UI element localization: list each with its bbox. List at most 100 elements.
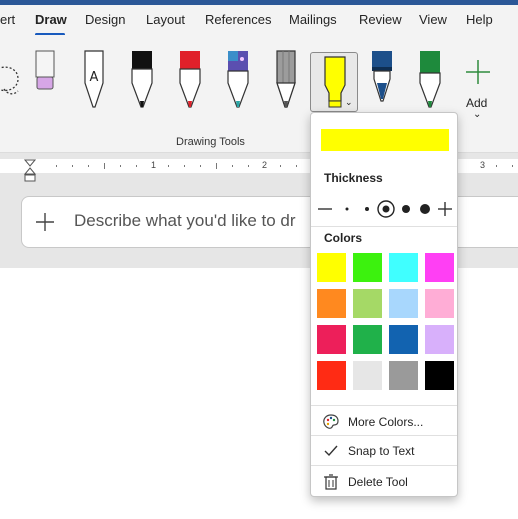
more-colors-label: More Colors... (348, 415, 424, 429)
tab-insert[interactable]: ert (0, 12, 15, 27)
color-swatch-fill (389, 361, 418, 390)
ruler-tick (216, 163, 217, 169)
drawing-tools-group-label: Drawing Tools (176, 136, 245, 148)
thickness-option-5[interactable] (420, 204, 430, 214)
color-swatch-fill (317, 289, 346, 318)
ruler-tick (136, 165, 137, 167)
ruler-tick (184, 165, 185, 167)
tab-draw[interactable]: Draw (35, 12, 67, 27)
ruler-tick (200, 165, 201, 167)
tab-view[interactable]: View (419, 12, 447, 27)
color-swatch-fill (425, 289, 454, 318)
color-swatch[interactable] (351, 359, 384, 392)
pen-settings-popup: Thickness Colors More Colors... Snap to … (310, 112, 458, 497)
ruler-tick (72, 165, 73, 167)
tab-review[interactable]: Review (359, 12, 402, 27)
highlighter-tool-selected[interactable]: ⌄ (310, 52, 358, 112)
color-swatch[interactable] (423, 251, 456, 284)
color-swatch[interactable] (315, 287, 348, 320)
add-chevron-icon[interactable]: ⌄ (473, 109, 481, 120)
ruler-number: 3 (480, 160, 486, 170)
checkmark-icon (324, 445, 338, 457)
ruler-tick (56, 165, 57, 167)
color-swatch-fill (389, 289, 418, 318)
color-swatch[interactable] (351, 287, 384, 320)
ruler-tick (120, 165, 121, 167)
color-swatch-fill (317, 325, 346, 354)
ruler-number: 2 (262, 160, 268, 170)
color-swatch[interactable] (315, 359, 348, 392)
add-pen-label[interactable]: Add (466, 96, 487, 110)
snap-to-text-item[interactable]: Snap to Text (311, 437, 457, 465)
color-swatch[interactable] (387, 251, 420, 284)
ruler-tick (168, 165, 169, 167)
ruler-tick (232, 165, 233, 167)
eraser-icon[interactable] (29, 49, 61, 133)
black-pen-icon[interactable] (126, 49, 158, 133)
text-pencil-icon[interactable]: A (78, 49, 110, 133)
indent-marker-icon[interactable] (24, 159, 36, 183)
galaxy-pen-icon[interactable] (222, 49, 254, 133)
trash-icon (324, 474, 338, 490)
divider (311, 435, 457, 436)
color-swatch-fill (317, 361, 346, 390)
ruler-tick (88, 165, 89, 167)
color-swatch[interactable] (423, 323, 456, 356)
delete-tool-label: Delete Tool (348, 475, 408, 489)
ribbon-tabs: ert Draw Design Layout References Mailin… (0, 5, 518, 36)
thickness-option-3-selected[interactable] (377, 200, 395, 218)
thickness-increase-icon[interactable] (438, 202, 452, 216)
delete-tool-item[interactable]: Delete Tool (311, 468, 457, 496)
color-swatch[interactable] (423, 359, 456, 392)
ruler-number: 1 (151, 160, 157, 170)
tab-layout[interactable]: Layout (146, 12, 185, 27)
color-swatch-fill (353, 253, 382, 282)
divider (311, 226, 457, 227)
color-swatch-fill (389, 325, 418, 354)
color-swatch-fill (425, 361, 454, 390)
divider (311, 405, 457, 406)
color-swatch-fill (353, 325, 382, 354)
pencil-letter: A (90, 70, 99, 85)
tab-design[interactable]: Design (85, 12, 125, 27)
color-swatch-fill (317, 253, 346, 282)
color-swatch[interactable] (351, 323, 384, 356)
tab-help[interactable]: Help (466, 12, 493, 27)
thickness-option-4[interactable] (402, 205, 410, 213)
thickness-option-1[interactable] (345, 207, 349, 211)
chevron-down-icon: ⌄ (345, 97, 353, 107)
color-swatch[interactable] (315, 251, 348, 284)
ruler-tick (496, 165, 497, 167)
color-swatch[interactable] (387, 287, 420, 320)
colors-heading: Colors (324, 231, 363, 245)
ruler-tick (248, 165, 249, 167)
plus-icon[interactable] (36, 213, 54, 231)
thickness-option-2[interactable] (365, 207, 369, 211)
thickness-options (318, 200, 452, 218)
color-swatch[interactable] (423, 287, 456, 320)
tab-mailings[interactable]: Mailings (289, 12, 337, 27)
color-swatch[interactable] (387, 359, 420, 392)
more-colors-item[interactable]: More Colors... (311, 408, 457, 436)
ruler-tick (104, 163, 105, 169)
color-swatch-fill (425, 325, 454, 354)
color-swatch[interactable] (387, 323, 420, 356)
red-pen-icon[interactable] (174, 49, 206, 133)
divider (311, 465, 457, 466)
color-swatch-fill (353, 289, 382, 318)
color-swatch-fill (425, 253, 454, 282)
color-swatch[interactable] (351, 251, 384, 284)
selected-color-preview (321, 129, 449, 151)
ruler-tick (512, 165, 513, 167)
prompt-placeholder[interactable]: Describe what you'd like to dr (74, 211, 296, 231)
add-pen-icon[interactable] (465, 59, 491, 85)
thickness-heading: Thickness (324, 171, 383, 185)
ruler-tick (296, 165, 297, 167)
palette-icon (323, 414, 339, 429)
color-swatch-fill (353, 361, 382, 390)
gray-pencil-icon[interactable] (270, 49, 302, 133)
lasso-select-icon[interactable] (0, 49, 26, 133)
tab-references[interactable]: References (205, 12, 271, 27)
color-swatch[interactable] (315, 323, 348, 356)
ruler-tick (280, 165, 281, 167)
